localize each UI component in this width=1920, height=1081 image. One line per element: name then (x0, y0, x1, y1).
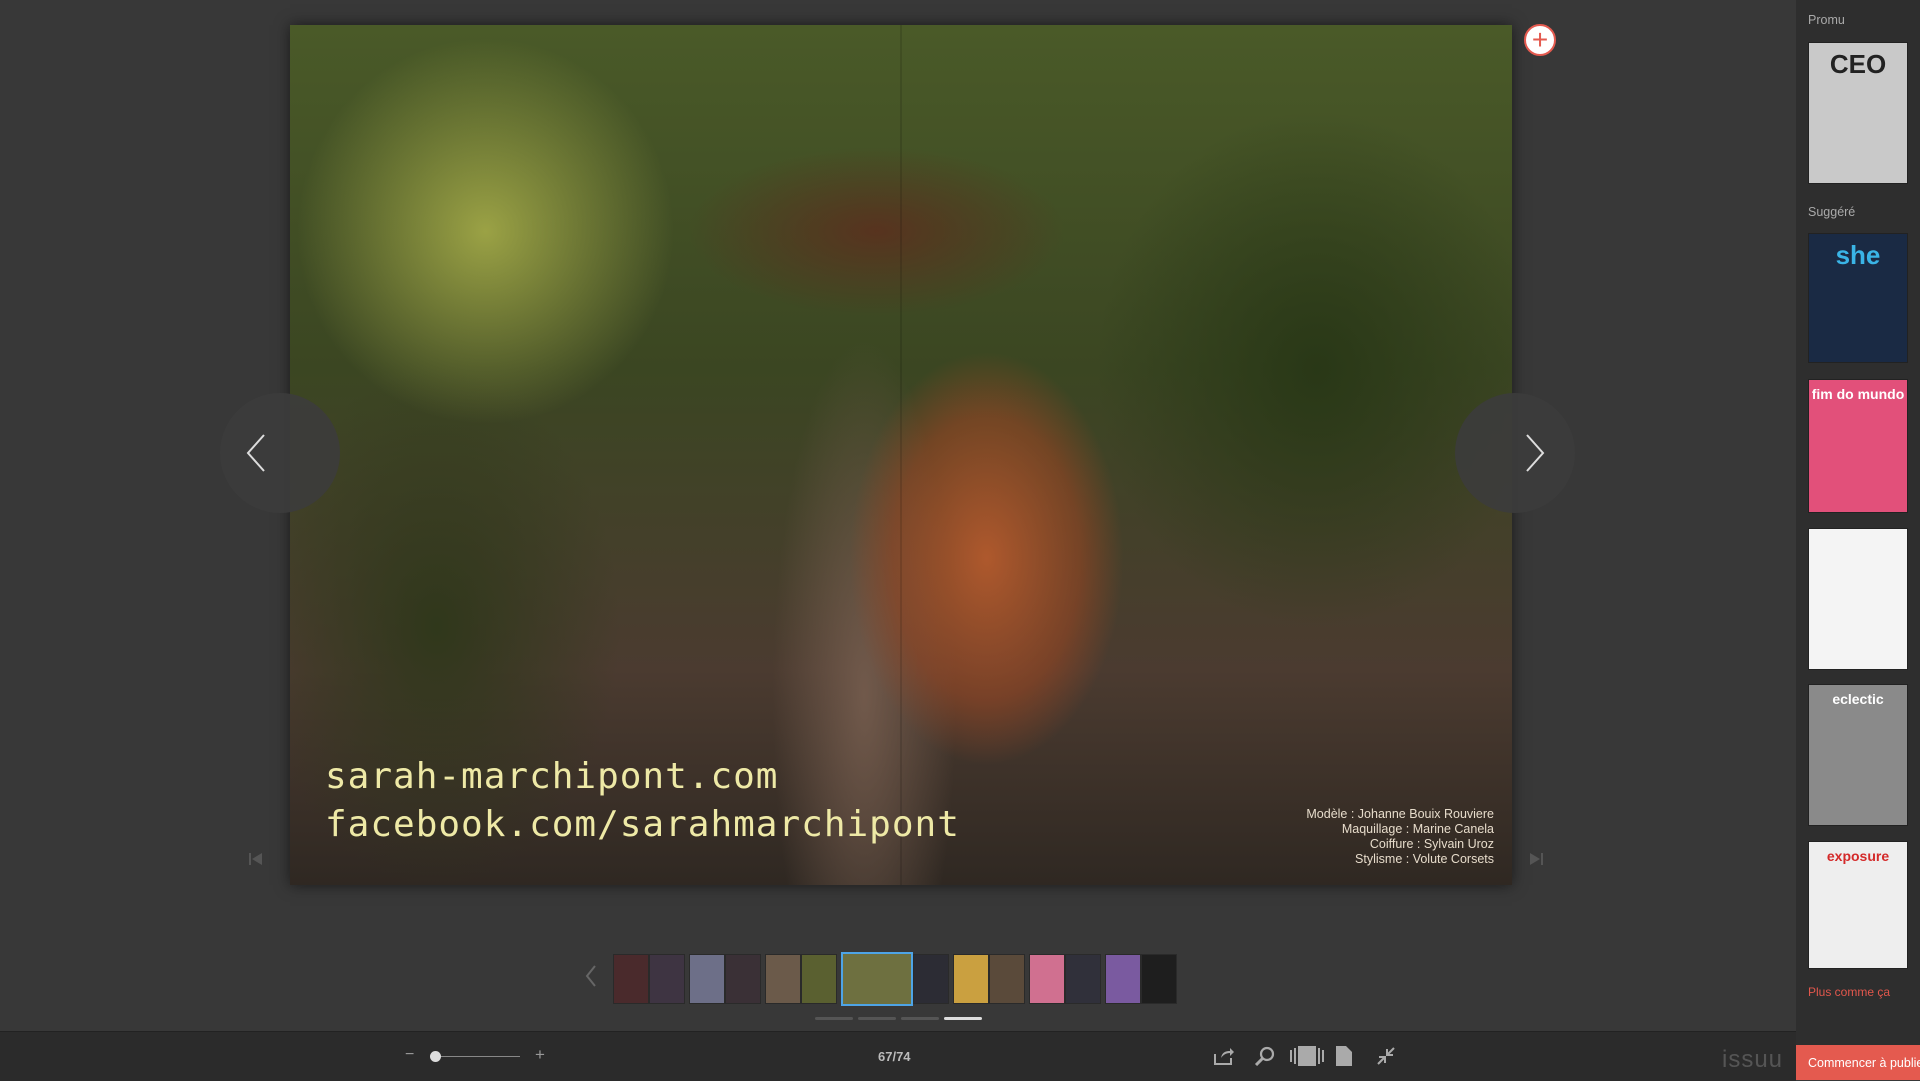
credit-styling: Stylisme : Volute Corsets (1355, 852, 1494, 866)
credit-makeup: Maquillage : Marine Canela (1341, 822, 1494, 836)
search-icon[interactable] (1254, 1046, 1276, 1067)
pager-dot[interactable] (815, 1017, 853, 1020)
thumbnail[interactable] (1141, 954, 1177, 1004)
credit-facebook: facebook.com/sarahmarchipont (325, 804, 960, 845)
magazine-cover[interactable]: fim do mundo (1808, 379, 1908, 513)
cover-title: exposure (1826, 848, 1890, 864)
photo-credits: Modèle : Johanne Bouix Rouviere Maquilla… (1306, 807, 1494, 867)
cover-title: fim do mundo (1811, 386, 1905, 402)
thumbnail[interactable] (649, 954, 685, 1004)
chevron-left-icon (246, 434, 265, 472)
thumbnail[interactable] (1105, 954, 1141, 1004)
magazine-cover[interactable]: exposure (1808, 841, 1908, 969)
single-page-icon[interactable] (1336, 1046, 1352, 1066)
thumbnail[interactable] (613, 954, 649, 1004)
recommendations-sidebar: Promu Suggéré CEO she fim do mundo eclectic… (1796, 0, 1920, 1080)
more-like-this-link[interactable]: Plus comme ça (1808, 985, 1890, 999)
thumbnail-strip (585, 952, 1185, 1006)
magazine-cover[interactable]: she (1808, 233, 1908, 363)
thumbnail[interactable] (989, 954, 1025, 1004)
start-publishing-button[interactable]: Commencer à publier (1796, 1045, 1920, 1080)
zoom-out-button[interactable]: − (405, 1046, 414, 1064)
photographer-links: sarah-marchipont.com facebook.com/sarahm… (325, 753, 960, 849)
cover-title: eclectic (1832, 691, 1884, 707)
cover-title: CEO (1829, 49, 1887, 79)
page-counter: 67/74 (878, 1049, 911, 1064)
pager-dot[interactable] (901, 1017, 939, 1020)
magazine-cover[interactable]: CEO (1808, 42, 1908, 184)
suggested-heading: Suggéré (1808, 205, 1856, 219)
exit-fullscreen-icon[interactable] (1375, 1046, 1397, 1066)
thumbnail[interactable] (725, 954, 761, 1004)
skip-last-icon[interactable] (1529, 851, 1543, 867)
thumbnail[interactable] (1065, 954, 1101, 1004)
zoom-slider-track[interactable] (434, 1056, 520, 1057)
thumbnail[interactable] (1029, 954, 1065, 1004)
reader-viewport: sarah-marchipont.com facebook.com/sarahm… (0, 0, 1796, 1031)
skip-first-icon[interactable] (249, 851, 263, 867)
magazine-cover[interactable]: eclectic (1808, 684, 1908, 826)
thumbnail[interactable] (689, 954, 725, 1004)
spread-view-icon[interactable] (1290, 1046, 1324, 1066)
thumbnail-current[interactable] (841, 952, 913, 1006)
share-icon[interactable] (1213, 1046, 1235, 1066)
credit-website: sarah-marchipont.com (325, 756, 779, 797)
issuu-logo[interactable]: issuu (1722, 1046, 1783, 1074)
thumbnail[interactable] (801, 954, 837, 1004)
chevron-right-icon (1526, 434, 1545, 472)
next-page-button[interactable] (1455, 393, 1575, 513)
chevron-left-icon[interactable] (585, 964, 601, 988)
zoom-slider-handle[interactable] (430, 1051, 441, 1062)
zoom-in-button[interactable]: + (535, 1045, 545, 1065)
pager-dot[interactable] (858, 1017, 896, 1020)
promoted-heading: Promu (1808, 13, 1845, 27)
plus-circle-icon[interactable]: + (1524, 24, 1556, 56)
magazine-cover[interactable] (1808, 528, 1908, 670)
bottom-toolbar: − + 67/74 issuu (0, 1031, 1796, 1081)
cover-title: she (1835, 240, 1881, 270)
previous-page-button[interactable] (220, 393, 340, 513)
pager-dot[interactable] (944, 1017, 982, 1020)
credit-hair: Coiffure : Sylvain Uroz (1369, 837, 1494, 851)
magazine-spread[interactable]: sarah-marchipont.com facebook.com/sarahm… (290, 25, 1512, 885)
thumbnail[interactable] (913, 954, 949, 1004)
credit-model: Modèle : Johanne Bouix Rouviere (1306, 807, 1494, 821)
thumbnail[interactable] (953, 954, 989, 1004)
thumbnail[interactable] (765, 954, 801, 1004)
